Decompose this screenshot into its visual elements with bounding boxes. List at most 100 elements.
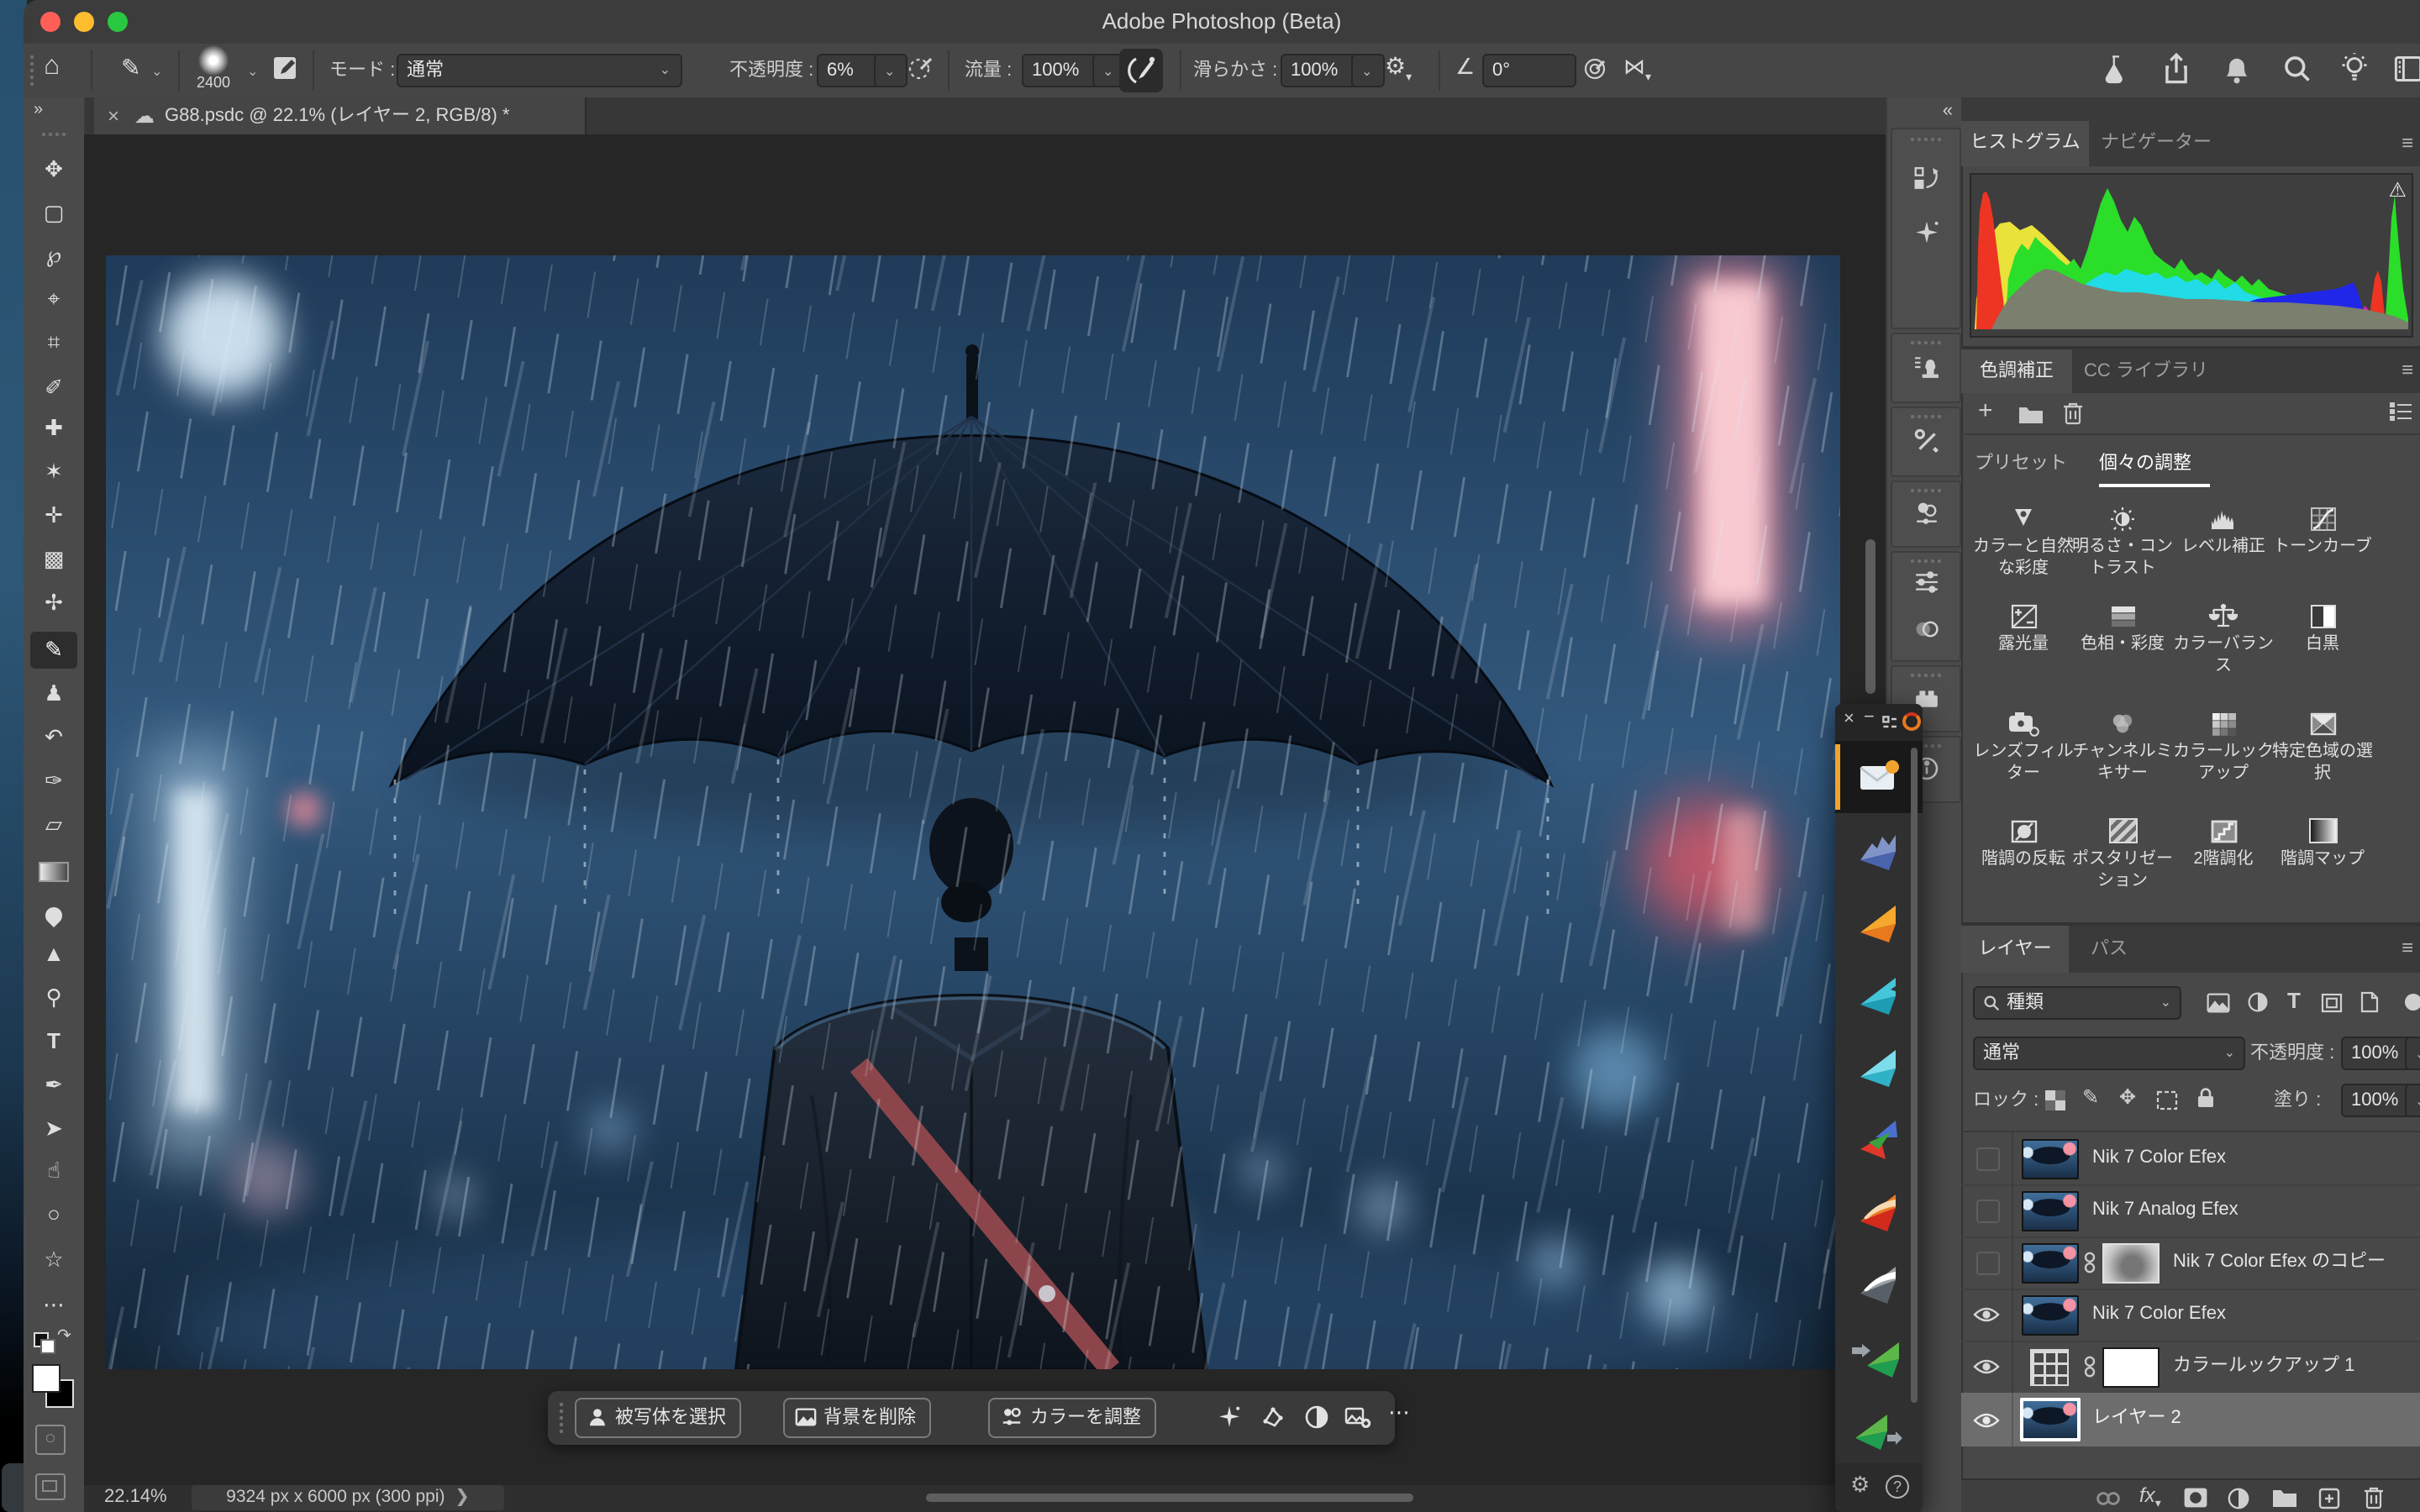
adj-posterize[interactable]: ポスタリゼーション — [2072, 816, 2173, 892]
tools-collapse-icon[interactable]: » — [34, 101, 43, 119]
lock-artboard-icon[interactable] — [2156, 1090, 2178, 1110]
edit-toolbar-button[interactable]: ⋯ — [24, 1287, 84, 1324]
tools-grip[interactable] — [40, 131, 67, 138]
adj-hue-saturation[interactable]: 色相・彩度 — [2072, 601, 2173, 656]
canvas-vertical-scrollbar[interactable] — [1865, 539, 1876, 694]
healing-brush-tool[interactable]: ✛ — [24, 497, 84, 534]
adj-selective-color[interactable]: 特定色域の選択 — [2272, 709, 2373, 785]
marquee-tool[interactable]: ▢ — [24, 195, 84, 232]
layer-thumbnail[interactable] — [2022, 1139, 2079, 1179]
layer-row[interactable]: カラールックアップ 1 — [1961, 1341, 2420, 1394]
generate-wand-icon[interactable] — [1217, 1404, 1242, 1430]
add-image-icon[interactable] — [1344, 1404, 1371, 1430]
task-bar-more-icon[interactable]: ⋯ — [1388, 1399, 1410, 1426]
foreground-color-swatch[interactable] — [32, 1364, 60, 1393]
properties-panel-icon[interactable] — [1914, 570, 1939, 595]
channels-panel-icon[interactable] — [1914, 617, 1939, 642]
adjustments-panel-menu-icon[interactable]: ≡ — [2402, 358, 2413, 381]
brush-settings-panel-icon[interactable] — [272, 55, 299, 82]
nik-help-icon[interactable]: ? — [1886, 1475, 1909, 1499]
eyedropper-tool[interactable]: ✐ — [24, 370, 84, 407]
document-tab[interactable]: × ☁ G88.psdc @ 22.1% (レイヤー 2, RGB/8) * — [94, 97, 587, 134]
symmetry-icon[interactable]: ⋈▾ — [1623, 54, 1651, 84]
tab-adjustments[interactable]: 色調補正 — [1961, 349, 2072, 393]
tab-histogram[interactable]: ヒストグラム — [1961, 121, 2089, 166]
select-subject-button[interactable]: 被写体を選択 — [575, 1398, 741, 1438]
workspace-panels-icon[interactable] — [2393, 54, 2420, 84]
status-chevron-icon[interactable]: ❯ — [450, 1487, 469, 1507]
layer-name[interactable]: Nik 7 Color Efex — [2092, 1289, 2226, 1341]
brush-tip-chevron-icon[interactable]: ⌄ — [247, 57, 258, 87]
canvas-horizontal-scrollbar[interactable] — [926, 1494, 1413, 1502]
tab-paths[interactable]: パス — [2072, 926, 2146, 973]
adjustments-list-view-icon[interactable] — [2390, 402, 2413, 422]
mode-select[interactable]: 通常 ⌄ — [397, 54, 682, 87]
layer-row[interactable]: Nik 7 Color Efex — [1961, 1289, 2420, 1342]
nik-item-dfine[interactable] — [1835, 1319, 1923, 1393]
clone-source-panel-icon[interactable] — [1914, 354, 1939, 380]
brush-tip-preview[interactable] — [198, 45, 229, 76]
fill-chevron[interactable]: ⌄ — [2405, 1084, 2420, 1117]
subtab-presets[interactable]: プリセット — [1975, 447, 2067, 480]
layer-row[interactable]: Nik 7 Color Efex のコピー — [1961, 1236, 2420, 1290]
adj-gradient-map[interactable]: 階調マップ — [2272, 816, 2373, 871]
adjustments-panel-icon[interactable] — [1914, 501, 1939, 526]
nik-item-viveza[interactable] — [1835, 1102, 1923, 1176]
delete-layer-trash-icon[interactable] — [2363, 1485, 2385, 1510]
nik-item-analog-efex[interactable] — [1835, 958, 1923, 1032]
notifications-bell-icon[interactable] — [2222, 52, 2252, 86]
nik-arrange-icon[interactable] — [1882, 716, 1897, 731]
layer-name[interactable]: Nik 7 Color Efex — [2092, 1132, 2226, 1184]
histogram-warning-icon[interactable]: ⚠ — [2388, 178, 2407, 202]
layer-mask-thumbnail[interactable] — [2102, 1243, 2160, 1284]
pen-tool[interactable]: ✒ — [24, 1067, 84, 1104]
nik-item-news[interactable] — [1835, 741, 1923, 815]
lasso-tool[interactable]: ℘ — [24, 237, 84, 274]
task-bar-grip[interactable] — [558, 1401, 565, 1435]
opacity-chevron[interactable]: ⌄ — [874, 54, 908, 87]
quick-mask-button[interactable]: ◌ — [35, 1425, 66, 1455]
adj-invert[interactable]: 階調の反転 — [1973, 816, 2074, 871]
discover-lightbulb-icon[interactable] — [2339, 52, 2370, 86]
clone-stamp-tool[interactable]: ♟ — [24, 675, 84, 712]
nik-item-silver-efex[interactable] — [1835, 1247, 1923, 1320]
eraser-tool[interactable]: ▱ — [24, 806, 84, 843]
layer-filter-select[interactable]: 種類 ⌄ — [1973, 986, 2181, 1020]
brush-preset-chevron-icon[interactable]: ⌄ — [151, 57, 162, 87]
layers-panel-menu-icon[interactable]: ≡ — [2402, 936, 2413, 959]
blur-tool[interactable] — [24, 892, 84, 929]
smoothing-chevron[interactable]: ⌄ — [1351, 54, 1385, 87]
visibility-toggle-off[interactable] — [1976, 1252, 2000, 1275]
layer-opacity-chevron[interactable]: ⌄ — [2405, 1037, 2420, 1070]
adj-exposure[interactable]: 露光量 — [1973, 601, 2074, 656]
adj-brightness-contrast[interactable]: 明るさ・コントラスト — [2072, 504, 2173, 580]
brush-tool-preset-icon[interactable]: ✎ — [121, 54, 140, 82]
layer-row-selected[interactable]: レイヤー 2 — [1961, 1393, 2420, 1446]
adj-photo-filter[interactable]: レンズフィルター — [1973, 709, 2074, 785]
visibility-toggle-off[interactable] — [1976, 1200, 2000, 1223]
move-tool[interactable]: ✥ — [24, 151, 84, 188]
status-zoom-field[interactable]: 22.14% — [104, 1487, 167, 1507]
adjustment-halfcircle-icon[interactable] — [1304, 1404, 1329, 1430]
nik-item-color-efex[interactable] — [1835, 885, 1923, 959]
nik-item-perspective-efex[interactable] — [1835, 1174, 1923, 1248]
layer-thumbnail[interactable] — [2020, 1398, 2081, 1441]
status-doc-info[interactable]: 9324 px x 6000 px (300 ppi) ❯ — [192, 1485, 504, 1510]
adj-vibrance[interactable]: カラーと自然な彩度 — [1973, 504, 2074, 580]
new-adjustment-layer-icon[interactable] — [2227, 1487, 2250, 1510]
lock-position-icon[interactable]: ✥ — [2119, 1085, 2136, 1109]
subtab-single-adjustments[interactable]: 個々の調整 — [2099, 447, 2191, 480]
adj-black-white[interactable]: 白黒 — [2272, 601, 2373, 656]
layer-row[interactable]: Nik 7 Color Efex — [1961, 1132, 2420, 1186]
adjust-color-button[interactable]: カラーを調整 — [988, 1398, 1156, 1438]
layer-thumbnail[interactable] — [2022, 1295, 2079, 1336]
type-tool[interactable]: T — [24, 1023, 84, 1060]
fill-field[interactable]: 100% — [2341, 1084, 2415, 1117]
opacity-pressure-icon[interactable] — [908, 55, 934, 82]
tool-options-panel-icon[interactable] — [1914, 428, 1939, 454]
blend-mode-select[interactable]: 通常 ⌄ — [1973, 1037, 2245, 1070]
generate-panel-icon[interactable] — [1914, 220, 1939, 245]
opacity-field[interactable]: 6% — [817, 54, 881, 87]
filter-pixel-layers-icon[interactable] — [2207, 993, 2230, 1013]
layer-name[interactable]: Nik 7 Analog Efex — [2092, 1184, 2238, 1236]
